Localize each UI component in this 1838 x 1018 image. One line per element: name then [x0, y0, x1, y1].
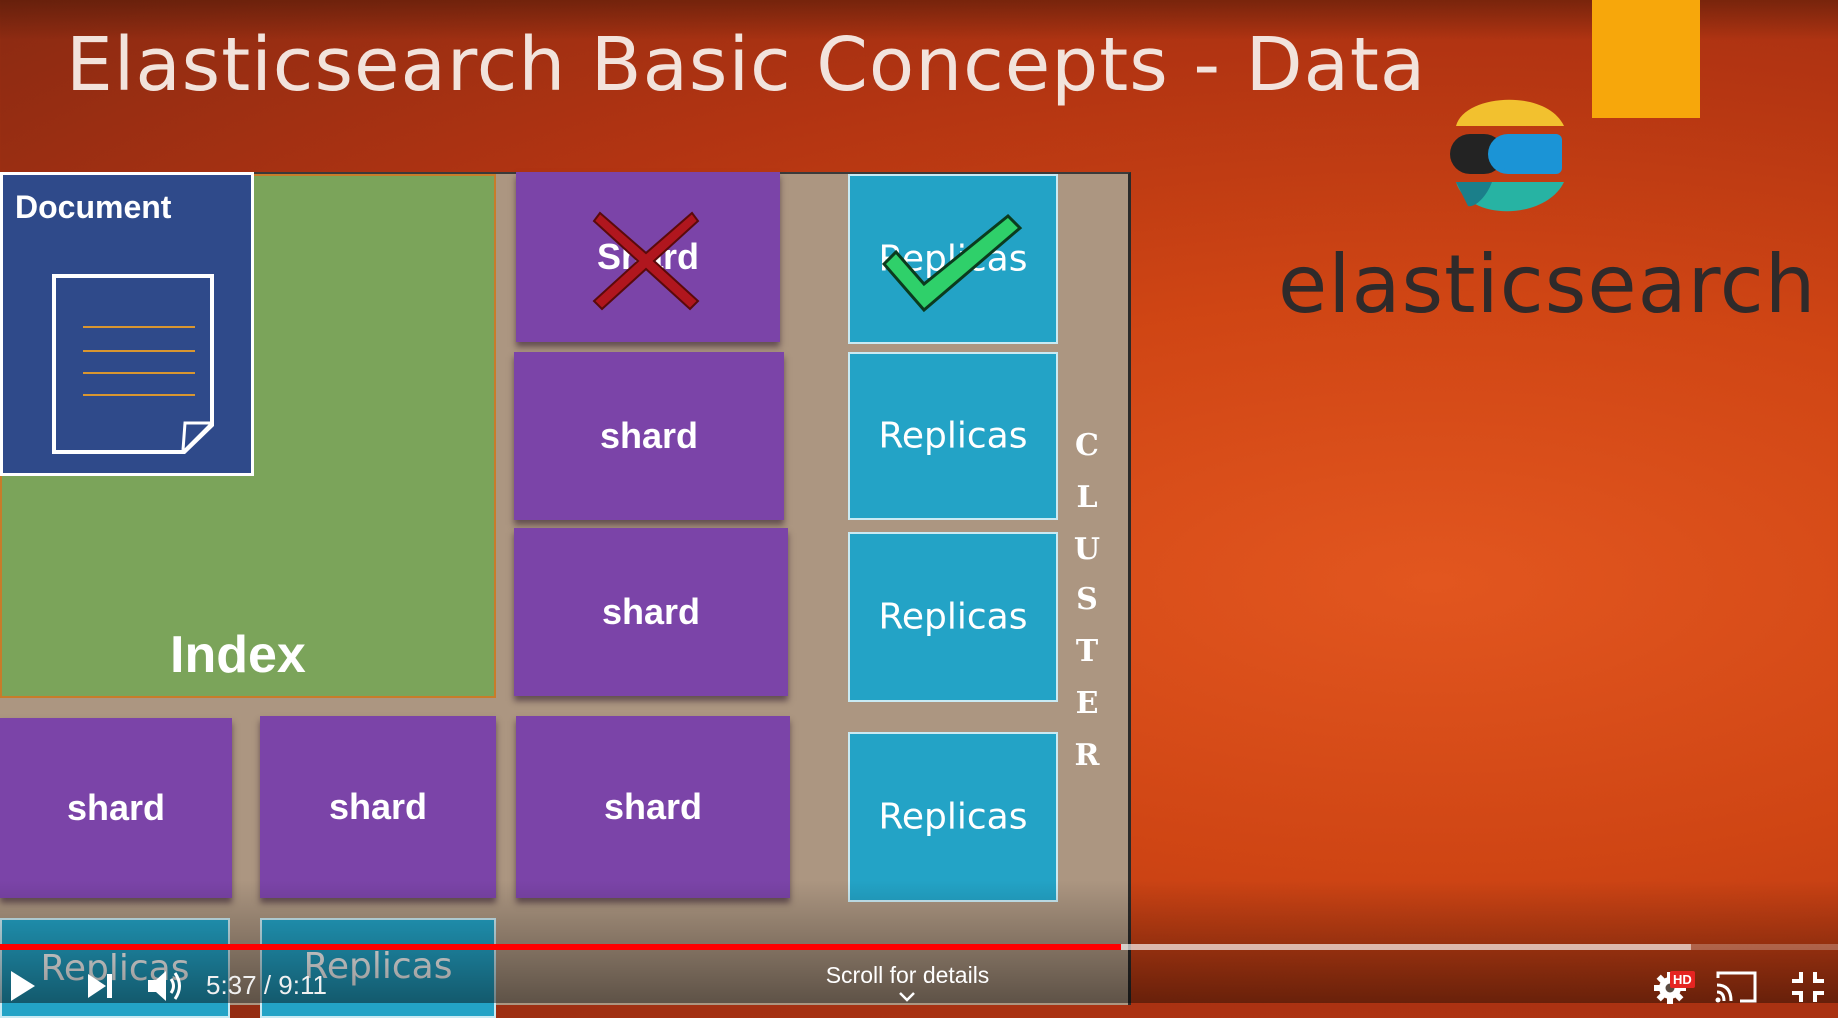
- replica: Replicas: [848, 732, 1058, 902]
- cast-icon[interactable]: [1714, 970, 1758, 1004]
- exit-fullscreen-icon[interactable]: [1790, 970, 1826, 1004]
- scroll-for-details[interactable]: Scroll for details: [0, 962, 1815, 989]
- shard: shard: [516, 716, 790, 898]
- check-icon: [881, 213, 1023, 313]
- shard-label: shard: [603, 786, 703, 827]
- index-label: Index: [170, 626, 306, 684]
- shard: shard: [514, 352, 784, 520]
- shard-label: shard: [66, 787, 166, 828]
- cluster-letter: S: [1076, 582, 1098, 617]
- orange-decor-block: [1592, 0, 1700, 118]
- slide: Elasticsearch Basic Concepts - Data elas…: [0, 0, 1838, 1018]
- shard: shard: [514, 528, 788, 696]
- document-label: Document: [15, 189, 172, 225]
- progress-bar[interactable]: [0, 944, 1838, 950]
- elasticsearch-wordmark: elasticsearch: [1278, 238, 1817, 331]
- cross-icon: [592, 211, 700, 311]
- document-box: Document: [0, 172, 254, 476]
- replica: Replicas: [848, 352, 1058, 520]
- shard-label: shard: [599, 415, 699, 456]
- shard: shard: [260, 716, 496, 898]
- cluster-letter: L: [1076, 480, 1098, 515]
- cluster-letter: R: [1074, 738, 1100, 773]
- document-icon: [52, 274, 214, 454]
- slide-title: Elasticsearch Basic Concepts - Data: [66, 22, 1427, 108]
- cluster-letter: C: [1075, 428, 1099, 463]
- shard: shard: [0, 718, 232, 898]
- chevron-down-icon[interactable]: [898, 992, 916, 1002]
- cluster-letter: U: [1073, 532, 1101, 567]
- elasticsearch-logo-icon: [1450, 99, 1564, 212]
- replica-label: Replicas: [878, 796, 1028, 838]
- shard-label: shard: [601, 591, 701, 632]
- cluster-letter: T: [1075, 634, 1099, 669]
- shard-label: shard: [328, 786, 428, 827]
- cluster-letter: E: [1075, 686, 1099, 721]
- progress-played: [0, 944, 1122, 950]
- hd-badge: HD: [1670, 971, 1695, 988]
- replica-label: Replicas: [878, 596, 1028, 638]
- replica: Replicas: [848, 532, 1058, 702]
- replica-label: Replicas: [878, 415, 1028, 457]
